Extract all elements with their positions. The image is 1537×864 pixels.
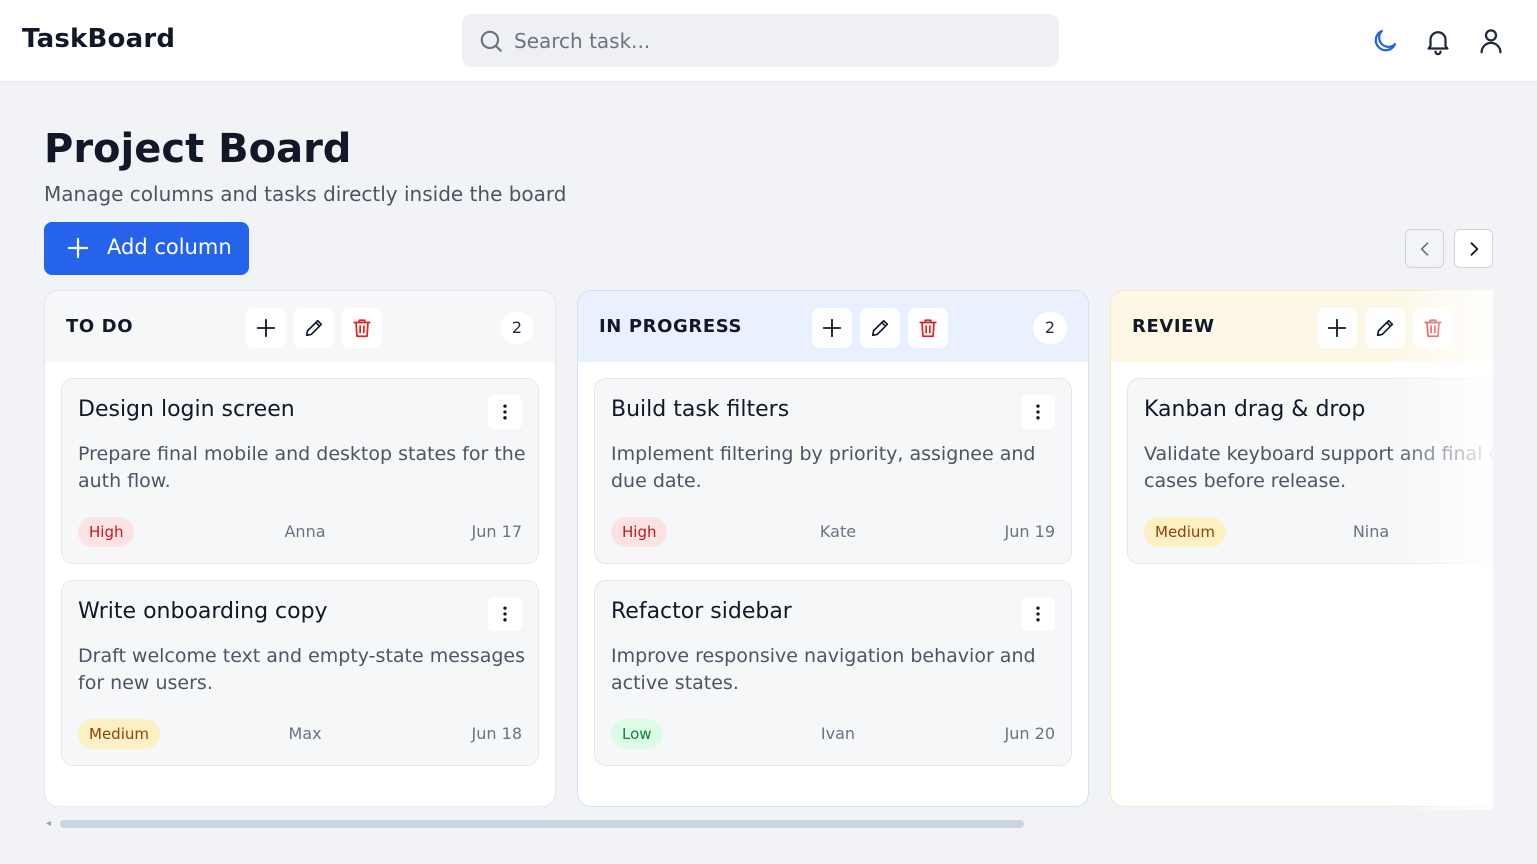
column-header: TO DO 2 (45, 291, 555, 362)
plus-icon (1327, 318, 1347, 338)
task-due-date: Jun 18 (471, 724, 522, 743)
task-description: Validate keyboard support and final edge… (1144, 443, 1493, 492)
task-description: Implement filtering by priority, assigne… (611, 443, 1036, 492)
task-due-date: Jun 19 (1004, 522, 1055, 541)
app-brand[interactable]: TaskBoard (22, 24, 175, 54)
scrollbar-thumb[interactable] (60, 820, 1024, 828)
task-assignee: Anna (284, 522, 326, 541)
add-task-button[interactable] (812, 308, 852, 348)
task-menu-button[interactable] (1021, 597, 1055, 631)
task-card[interactable]: Kanban drag & drop Validate keyboard sup… (1127, 378, 1493, 564)
edit-column-button[interactable] (294, 308, 334, 348)
edit-column-button[interactable] (860, 308, 900, 348)
task-assignee: Kate (819, 522, 857, 541)
more-vertical-icon (1036, 404, 1040, 420)
delete-column-button[interactable] (908, 308, 948, 348)
bell-icon[interactable] (1423, 26, 1453, 56)
task-card[interactable]: Design login screen Prepare final mobile… (61, 378, 539, 564)
pencil-icon (305, 319, 323, 337)
plus-icon (67, 237, 89, 259)
more-vertical-icon (1036, 606, 1040, 622)
chevron-right-icon (1470, 242, 1479, 256)
trash-icon (1424, 319, 1442, 338)
pencil-icon (871, 319, 889, 337)
page-title: Project Board (44, 126, 352, 172)
task-menu-button[interactable] (1021, 395, 1055, 429)
trash-icon (353, 319, 371, 338)
board-horizontal-scrollbar[interactable]: ◂ (44, 818, 1493, 830)
column-review: REVIEW Kanban drag & drop Validate keybo… (1110, 290, 1493, 807)
pencil-icon (1376, 319, 1394, 337)
column-title: REVIEW (1132, 316, 1215, 337)
top-bar: TaskBoard (0, 0, 1537, 82)
edit-column-button[interactable] (1365, 308, 1405, 348)
add-column-label: Add column (107, 235, 232, 259)
add-task-button[interactable] (246, 308, 286, 348)
task-due-date: Jun 20 (1004, 724, 1055, 743)
column-title: TO DO (66, 316, 134, 337)
task-description: Improve responsive navigation behavior a… (611, 645, 1036, 694)
delete-column-button[interactable] (342, 308, 382, 348)
plus-icon (256, 318, 276, 338)
board: TO DO 2 Design login screen Prepare fina… (44, 290, 1493, 810)
more-vertical-icon (503, 404, 507, 420)
task-due-date: Jun 17 (471, 522, 522, 541)
more-vertical-icon (503, 606, 507, 622)
plus-icon (822, 318, 842, 338)
scroll-left-arrow-icon[interactable]: ◂ (46, 818, 51, 829)
priority-badge: Low (611, 719, 663, 749)
user-icon[interactable] (1476, 26, 1506, 56)
task-menu-button[interactable] (488, 395, 522, 429)
task-card[interactable]: Build task filters Implement filtering b… (594, 378, 1072, 564)
column-todo: TO DO 2 Design login screen Prepare fina… (44, 290, 556, 807)
priority-badge: Medium (78, 719, 160, 749)
task-assignee: Max (288, 724, 322, 743)
column-header: IN PROGRESS 2 (578, 291, 1088, 362)
task-card[interactable]: Write onboarding copy Draft welcome text… (61, 580, 539, 766)
task-title: Refactor sidebar (611, 599, 792, 624)
task-assignee: Nina (1352, 522, 1390, 541)
search-box[interactable] (462, 14, 1059, 67)
priority-badge: High (611, 517, 668, 547)
task-title: Design login screen (78, 397, 295, 422)
priority-badge: Medium (1144, 517, 1226, 547)
search-input[interactable] (514, 14, 1044, 67)
task-count-badge: 2 (500, 312, 534, 344)
task-count-badge: 2 (1033, 312, 1067, 344)
column-title: IN PROGRESS (599, 316, 743, 337)
task-title: Write onboarding copy (78, 599, 328, 624)
chevron-left-icon (1420, 242, 1429, 256)
add-column-button[interactable]: Add column (44, 222, 249, 275)
task-assignee: Ivan (820, 724, 856, 743)
priority-badge: High (78, 517, 135, 547)
trash-icon (919, 319, 937, 338)
scroll-left-button[interactable] (1405, 229, 1444, 268)
task-menu-button[interactable] (488, 597, 522, 631)
task-title: Kanban drag & drop (1144, 397, 1366, 422)
task-description: Prepare final mobile and desktop states … (78, 443, 526, 492)
column-in-progress: IN PROGRESS 2 Build task filters Impleme… (577, 290, 1089, 807)
moon-icon[interactable] (1370, 26, 1400, 56)
task-title: Build task filters (611, 397, 790, 422)
task-card[interactable]: Refactor sidebar Improve responsive navi… (594, 580, 1072, 766)
search-icon (480, 30, 502, 52)
scroll-right-button[interactable] (1454, 229, 1493, 268)
add-task-button[interactable] (1317, 308, 1357, 348)
delete-column-button[interactable] (1413, 308, 1453, 348)
page-subtitle: Manage columns and tasks directly inside… (44, 182, 567, 206)
task-description: Draft welcome text and empty-state messa… (78, 645, 526, 694)
column-header: REVIEW (1111, 291, 1493, 362)
